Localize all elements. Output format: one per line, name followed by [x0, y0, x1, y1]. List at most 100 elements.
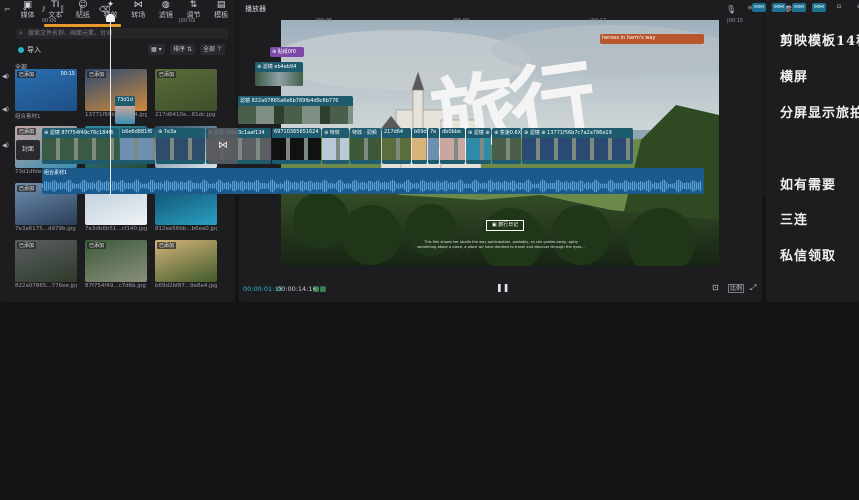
media-item[interactable]: 已添加 217d6410e...81dc.jpg: [155, 69, 217, 118]
param-line: 如有需要: [780, 178, 837, 193]
toolbar-template-button[interactable]: ▤ 模板: [207, 0, 235, 20]
main-track-clip[interactable]: 69710365651624: [272, 128, 321, 164]
track-audio-icon[interactable]: ◀): [2, 73, 9, 80]
timeline-option-icon[interactable]: ⊖: [852, 3, 859, 12]
duration-label: 00:15: [60, 71, 75, 77]
toolbar-adjust-button[interactable]: ⇅ 调节: [180, 0, 208, 20]
sticker-clip[interactable]: ⊕ 贴纸0f0: [270, 47, 304, 57]
audio-clip[interactable]: 组合素材1: [42, 168, 704, 194]
media-item[interactable]: 已添加 822a07865...776ee.jpg: [15, 240, 77, 289]
playhead[interactable]: [110, 16, 111, 196]
clip-thumbnail-strip: [522, 138, 633, 160]
ruler-tick: |00:03: [179, 18, 196, 24]
main-track-clip[interactable]: b69d2: [412, 128, 427, 164]
main-track-clip[interactable]: ⊕ 变速0.6X: [492, 128, 521, 164]
clip-label: 特效 · 调频: [352, 130, 377, 136]
main-track-clip[interactable]: ⊕ 滤镜 87f754f49c76c184f6: [42, 128, 119, 164]
pause-button[interactable]: ❚❚: [496, 283, 509, 292]
clip-label: ⊕ 滤镜 ⊕ 13771f56b7c7a2a786e19: [524, 130, 612, 136]
fullscreen-icon[interactable]: ⤢: [750, 283, 756, 293]
track-audio-icon-2[interactable]: ◀): [2, 106, 9, 113]
main-track-clip[interactable]: ⊕ 特效: [322, 128, 349, 164]
clip-label: ⊕ 滤镜 87f754f49c76c184f6: [44, 130, 114, 136]
split-left-icon[interactable]: ⫿: [61, 5, 64, 15]
added-badge: 已添加: [17, 242, 37, 249]
split-icon[interactable]: ⫽: [42, 5, 46, 15]
param-line: 私信领取: [780, 249, 837, 264]
clip-small[interactable]: 73d1d: [115, 96, 135, 124]
clip-label: ⊕ 滤镜 ⊕ 1: [468, 130, 491, 136]
cover-button[interactable]: 封面: [16, 140, 40, 160]
ratio-button[interactable]: 比例: [728, 284, 745, 293]
clip-thumbnail-strip: [466, 138, 491, 160]
main-track-clip[interactable]: 217d64: [382, 128, 411, 164]
media-filename: 822a07865...776ee.jpg: [15, 283, 77, 289]
media-filename: 812ee56bb...b6ea0.jpg: [155, 226, 217, 232]
media-item[interactable]: 已添加 00:15 组合素材1: [15, 69, 77, 120]
transition-marker[interactable]: ⋈: [208, 128, 238, 164]
search-input[interactable]: ⌕ 搜索文件名称、画面元素、台词: [16, 28, 228, 39]
fit-icon[interactable]: ⊡: [712, 283, 719, 292]
timeline-option-icon[interactable]: ⋈⋈: [792, 3, 806, 12]
added-badge: 已添加: [17, 185, 37, 192]
undo-icon[interactable]: ↶: [23, 5, 30, 14]
added-badge: 已添加: [17, 71, 37, 78]
media-item[interactable]: 已添加 87f754f49...c7d6b.jpg: [85, 240, 147, 289]
main-track-clip[interactable]: ⊕ 7e3a: [156, 128, 205, 164]
view-toggle-button[interactable]: ▦ ▾: [148, 44, 165, 55]
import-button[interactable]: 导入: [18, 45, 41, 55]
ruler-tick: |00:06: [316, 18, 333, 24]
split-right-icon[interactable]: ⫿: [80, 5, 83, 15]
clip-mid[interactable]: 滤镜 822a07865a6e6b789fb4d9c6b776: [238, 96, 353, 124]
added-badge: 已添加: [87, 71, 107, 78]
clip-thumbnail-strip: [412, 138, 427, 160]
clip-thumbnail-strip: [272, 138, 321, 160]
time-ruler[interactable]: 00:00 |00:03 |00:06 |00:09 |00:12 |00:15: [42, 18, 859, 28]
search-icon: ⌕: [19, 29, 23, 37]
grid-icon[interactable]: ▦▦: [313, 285, 326, 293]
media-item[interactable]: 已添加 b69d2bf87...9e8e4.jpg: [155, 240, 217, 289]
clip-thumbnail-strip: [156, 138, 205, 160]
ruler-tick: |00:09: [453, 18, 470, 24]
text-clip[interactable]: heroes in harm's way: [600, 34, 704, 44]
media-filename: 87f754f49...c7d6b.jpg: [85, 283, 146, 289]
toolbar-filter-button[interactable]: ◍ 滤镜: [152, 0, 180, 20]
top-toolbar: ▣媒体TI文本☺贴纸✦特效⋈转场◍滤镜⇅调节▤模板: [0, 0, 235, 20]
clip-label: 217d64: [384, 129, 404, 135]
clip-label: ⊕ 7e3a: [158, 129, 177, 135]
main-track-clip[interactable]: ⊕ 滤镜 ⊕ 1: [466, 128, 491, 164]
overlay-clip[interactable]: ⊕ 滤镜 eb4eb94: [255, 62, 303, 86]
playhead-handle[interactable]: [106, 14, 115, 22]
timeline-option-icon[interactable]: ⋈⋈: [772, 3, 786, 12]
transition-icon: ⋈: [133, 0, 143, 10]
clip-label: ⊕ 特效: [324, 130, 340, 136]
main-track-clip[interactable]: db0bbe: [440, 128, 465, 164]
track-audio-icon-3[interactable]: ◀): [2, 142, 9, 149]
timeline-option-icon[interactable]: ⋈⋈: [812, 3, 826, 12]
main-track-clip[interactable]: 7e: [428, 128, 439, 164]
clip-label: b69d2: [414, 129, 427, 135]
main-track-clip[interactable]: b6e6d881f6: [120, 128, 155, 164]
clip-thumbnail-strip: [492, 138, 521, 160]
added-badge: 已添加: [157, 242, 177, 249]
adjust-icon: ⇅: [189, 0, 198, 10]
param-line: 横屏: [780, 70, 809, 85]
clip-label: 7e: [430, 129, 437, 135]
timeline-option-icon[interactable]: ⋈⋈: [752, 3, 766, 12]
media-thumbnail: 已添加: [85, 240, 147, 282]
clip-thumbnail-strip: [382, 138, 411, 160]
import-row: 导入 ▦ ▾ 排序 ⇅ 全部 ⊤: [18, 44, 228, 56]
timeline-option-icon[interactable]: ⊡: [832, 3, 846, 12]
main-track-clip[interactable]: 特效 · 调频: [350, 128, 381, 164]
filter-button[interactable]: 全部 ⊤: [200, 44, 226, 55]
toolbar-transition-button[interactable]: ⋈ 转场: [124, 0, 152, 20]
media-filename: 7e3a6175...d979b.jpg: [15, 226, 76, 232]
param-line: 三连: [780, 213, 809, 228]
select-tool[interactable]: ⌐: [4, 5, 11, 14]
sort-button[interactable]: 排序 ⇅: [170, 44, 195, 55]
mic-icon[interactable]: 🎙: [726, 5, 736, 14]
main-track-clip[interactable]: ⊕ 滤镜 ⊕ 13771f56b7c7a2a786e19: [522, 128, 633, 164]
delete-icon[interactable]: ⌫: [99, 5, 110, 14]
media-filename: b69d2bf87...9e8e4.jpg: [155, 283, 217, 289]
clip-label: db0bbe: [442, 129, 461, 135]
